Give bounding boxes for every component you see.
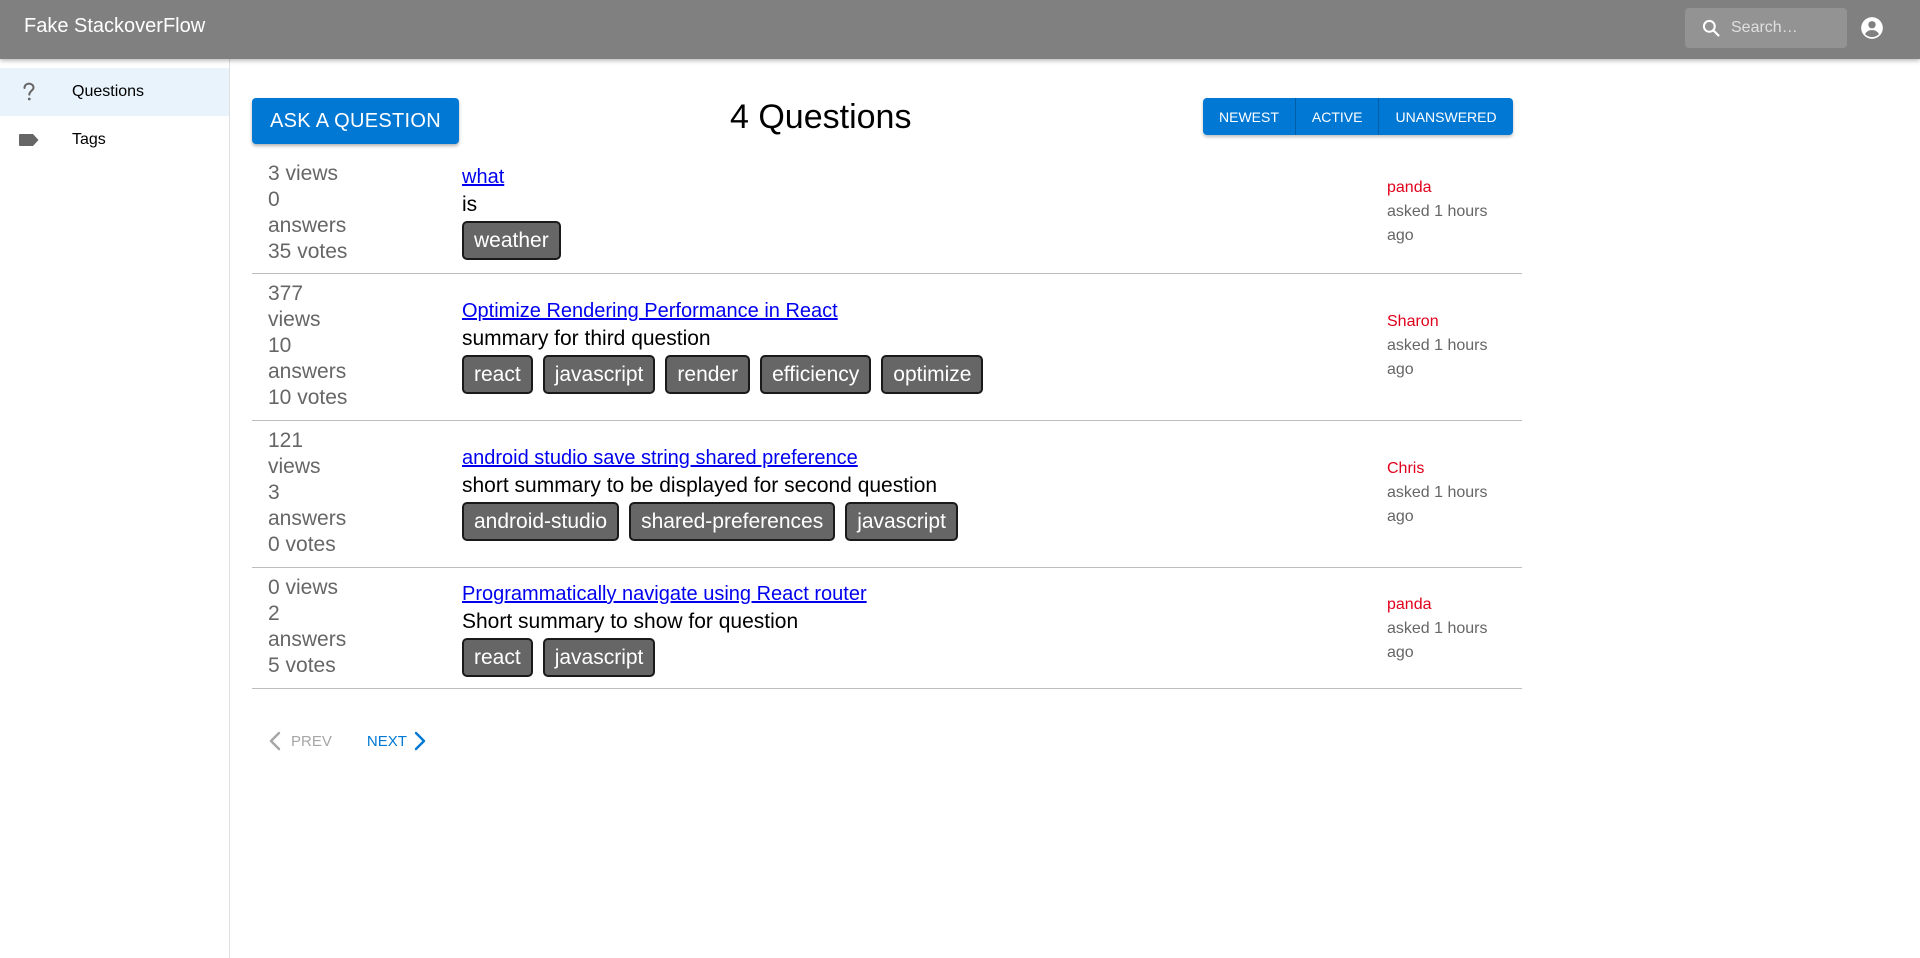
question-title-link[interactable]: Programmatically navigate using React ro… <box>462 581 867 607</box>
next-label: NEXT <box>366 732 407 750</box>
pagination: PREV NEXT <box>266 730 429 752</box>
account-circle-icon[interactable] <box>1859 15 1885 41</box>
app-title: Fake StackoverFlow <box>24 15 206 37</box>
question-stats: 377 views 10 answers 10 votes <box>268 282 348 409</box>
prev-label: PREV <box>291 732 332 750</box>
tag-button[interactable]: javascript <box>542 355 656 394</box>
chevron-right-icon <box>414 731 426 751</box>
question-title-link[interactable]: Optimize Rendering Performance in React <box>462 298 993 324</box>
question-body: Optimize Rendering Performance in React … <box>462 298 993 394</box>
question-tags: react javascript <box>462 638 867 677</box>
question-row: 121 views 3 answers 0 votes android stud… <box>252 421 1522 568</box>
search-icon <box>1702 19 1720 37</box>
question-summary: Short summary to show for question <box>462 610 799 633</box>
question-asked-time: asked 1 hours ago <box>1387 484 1488 525</box>
tag-button[interactable]: render <box>665 355 751 394</box>
label-icon <box>17 128 41 152</box>
question-title-link[interactable]: android studio save string shared prefer… <box>462 445 968 471</box>
sidebar-item-questions[interactable]: Questions <box>0 68 229 116</box>
question-count-title: 4 Questions <box>730 98 912 136</box>
question-stats: 3 views 0 answers 35 votes <box>268 162 348 263</box>
tag-button[interactable]: javascript <box>845 502 958 541</box>
question-body: what is weather <box>462 164 571 260</box>
help-icon <box>17 80 41 104</box>
app-bar: Fake StackoverFlow <box>0 0 1920 59</box>
question-body: Programmatically navigate using React ro… <box>462 581 867 677</box>
question-author: Chris <box>1387 460 1425 477</box>
tag-button[interactable]: react <box>462 638 533 677</box>
question-tags: weather <box>462 221 571 260</box>
question-meta: Sharon asked 1 hours ago <box>1387 310 1517 382</box>
question-summary: short summary to be displayed for second… <box>462 474 938 497</box>
question-summary: is <box>462 193 478 216</box>
question-meta: panda asked 1 hours ago <box>1387 176 1517 248</box>
tag-button[interactable]: efficiency <box>760 355 872 394</box>
question-row: 377 views 10 answers 10 votes Optimize R… <box>252 274 1522 421</box>
question-meta: panda asked 1 hours ago <box>1387 593 1517 665</box>
search-box[interactable] <box>1685 8 1847 48</box>
tag-button[interactable]: javascript <box>542 638 656 677</box>
sort-active-button[interactable]: ACTIVE <box>1295 98 1380 135</box>
question-stats: 121 views 3 answers 0 votes <box>268 429 347 556</box>
search-input[interactable] <box>1731 19 1841 37</box>
tag-button[interactable]: optimize <box>881 355 984 394</box>
tag-button[interactable]: android-studio <box>462 502 620 541</box>
question-title-link[interactable]: what <box>462 164 571 190</box>
sidebar: Questions Tags <box>0 59 230 958</box>
question-stats: 0 views 2 answers 5 votes <box>268 576 347 677</box>
tag-button[interactable]: shared-preferences <box>629 502 836 541</box>
sidebar-item-label: Questions <box>72 83 145 100</box>
sort-newest-button[interactable]: NEWEST <box>1203 98 1296 135</box>
chevron-left-icon <box>269 731 281 751</box>
question-row: 3 views 0 answers 35 votes what is weath… <box>252 157 1522 274</box>
question-list: 3 views 0 answers 35 votes what is weath… <box>252 157 1522 689</box>
sort-unanswered-button[interactable]: UNANSWERED <box>1379 98 1513 135</box>
sidebar-item-label: Tags <box>72 131 106 148</box>
question-author: panda <box>1387 596 1432 613</box>
question-asked-time: asked 1 hours ago <box>1387 337 1488 378</box>
question-row: 0 views 2 answers 5 votes Programmatical… <box>252 568 1522 689</box>
prev-page-button[interactable]: PREV <box>266 730 332 752</box>
question-tags: android-studio shared-preferences javasc… <box>462 502 968 541</box>
question-author: panda <box>1387 179 1432 196</box>
tag-button[interactable]: weather <box>462 221 561 260</box>
question-meta: Chris asked 1 hours ago <box>1387 457 1517 529</box>
sidebar-item-tags[interactable]: Tags <box>0 116 229 164</box>
tag-button[interactable]: react <box>462 355 533 394</box>
question-asked-time: asked 1 hours ago <box>1387 620 1488 661</box>
question-asked-time: asked 1 hours ago <box>1387 203 1488 244</box>
question-tags: react javascript render efficiency optim… <box>462 355 993 394</box>
question-body: android studio save string shared prefer… <box>462 445 968 541</box>
question-summary: summary for third question <box>462 327 711 350</box>
sort-button-group: NEWEST ACTIVE UNANSWERED <box>1203 98 1513 135</box>
next-page-button[interactable]: NEXT <box>367 730 429 752</box>
ask-question-button[interactable]: ASK A QUESTION <box>252 98 459 144</box>
question-author: Sharon <box>1387 313 1439 330</box>
